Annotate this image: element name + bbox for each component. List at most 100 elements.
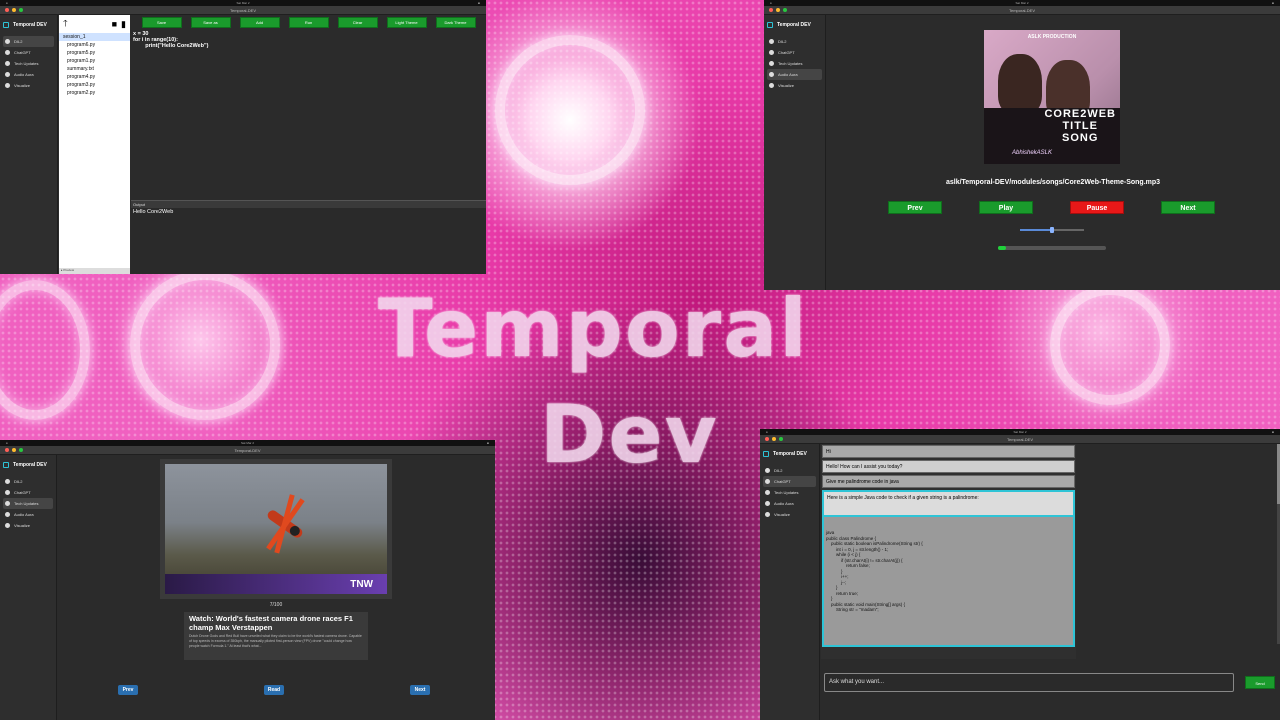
code-line: print("Hello Core2Web") [133, 43, 209, 49]
run-button[interactable]: Run [288, 16, 329, 28]
bot-message: Hello! How can I assist you today? [822, 460, 1075, 473]
app-icon [3, 462, 9, 468]
tnw-logo: TNW [350, 579, 373, 590]
send-button[interactable]: Send [1245, 676, 1275, 689]
app-title: Temporal DEV [767, 22, 822, 28]
next-button[interactable]: Next [410, 685, 430, 695]
sidebar-item-dil2[interactable]: DIL2 [763, 465, 816, 476]
article-counter: 7/100 [269, 602, 283, 608]
backdrop-title-line1: Temporal [378, 282, 809, 375]
save-button[interactable]: Save [141, 16, 182, 28]
light-theme-button[interactable]: Light Theme [386, 16, 427, 28]
list-item[interactable]: program2.py [59, 89, 130, 97]
sidebar-item-visualize[interactable]: Visualize [767, 80, 822, 91]
nav-icon [769, 39, 774, 44]
sidebar-item-visualize[interactable]: Visualize [763, 509, 816, 520]
window-title: Temporal-DEV [234, 447, 261, 453]
sidebar-item-tech-updates[interactable]: Tech Updates [3, 58, 54, 69]
output-text: Hello Core2Web [133, 209, 174, 215]
nav-icon [765, 468, 770, 473]
progress-bar[interactable] [998, 246, 1106, 250]
volume-slider[interactable] [1020, 227, 1084, 233]
new-file-icon[interactable]: ▮ [121, 19, 126, 30]
up-arrow-icon[interactable]: 🡑 [63, 16, 68, 32]
news-image-card: TNW [160, 459, 392, 599]
glass-ring [1050, 285, 1170, 405]
user-message: Hi [822, 445, 1075, 458]
sidebar-item-chatgpt[interactable]: ChatGPT [763, 476, 816, 487]
sidebar: Temporal DEV DIL2 ChatGPT Tech Updates A… [760, 444, 820, 720]
sidebar-item-audio-aura[interactable]: Audio Aura [3, 69, 54, 80]
nav-icon [765, 512, 770, 517]
nav-icon [5, 61, 10, 66]
sidebar: Temporal DEV DIL2 ChatGPT Tech Updates A… [764, 15, 826, 290]
list-item[interactable]: program6.py [59, 41, 130, 49]
sidebar-item-tech-updates[interactable]: Tech Updates [767, 58, 822, 69]
list-item[interactable]: session_1 [59, 33, 130, 41]
code-editor-window: ● Sat Mar 2 ■ Temporal-DEV Temporal DEV DI… [0, 0, 486, 274]
sidebar-item-chatgpt[interactable]: ChatGPT [3, 47, 54, 58]
window-title: Temporal-DEV [1006, 436, 1033, 442]
chat-input[interactable]: Ask what you want... [824, 673, 1234, 692]
sidebar-item-visualize[interactable]: Visualize [3, 520, 53, 531]
pause-button[interactable]: Pause [1070, 201, 1124, 214]
title-bar: Temporal-DEV [764, 6, 1280, 15]
dark-theme-button[interactable]: Dark Theme [435, 16, 476, 28]
output-panel: Output Hello Core2Web [131, 200, 486, 274]
nav-icon [765, 490, 770, 495]
title-bar: Temporal-DEV [0, 446, 495, 455]
save-as-button[interactable]: Save as [190, 16, 231, 28]
sidebar-item-audio-aura[interactable]: Audio Aura [3, 509, 53, 520]
list-item[interactable]: summary.txt [59, 65, 130, 73]
nav-icon [765, 479, 770, 484]
user-message: Give me palindrome code in java [822, 475, 1075, 488]
sidebar-item-chatgpt[interactable]: ChatGPT [3, 487, 53, 498]
nav-icon [769, 61, 774, 66]
volume-handle[interactable] [1050, 227, 1054, 233]
sidebar-item-dil2[interactable]: DIL2 [3, 476, 53, 487]
code-area[interactable]: x = 30 for i in range(10): print("Hello C… [131, 29, 486, 199]
code-block: java public class Palindrome { public sta… [822, 517, 1075, 647]
list-item[interactable]: program1.py [59, 57, 130, 65]
sidebar: Temporal DEV DIL2 ChatGPT Tech Updates A… [0, 15, 58, 274]
cover-signature: AbhishekASLK [1012, 150, 1053, 156]
title-bar: Temporal-DEV [0, 6, 486, 15]
chatgpt-window: ● Sat Mar 2 ■ Temporal-DEV Temporal DEV DI… [760, 429, 1280, 720]
app-icon [3, 22, 9, 28]
sidebar: Temporal DEV DIL2 ChatGPT Tech Updates A… [0, 455, 57, 720]
app-title: Temporal DEV [763, 451, 816, 457]
list-item[interactable]: program5.py [59, 49, 130, 57]
clear-button[interactable]: Clear [337, 16, 378, 28]
list-item[interactable]: program3.py [59, 81, 130, 89]
prev-button[interactable]: Prev [118, 685, 138, 695]
list-item[interactable]: program4.py [59, 73, 130, 81]
folder-icon[interactable]: ■ [112, 19, 117, 30]
nav-icon [5, 501, 10, 506]
window-title: Temporal-DEV [1008, 7, 1035, 13]
article-title: Watch: World's fastest camera drone race… [189, 614, 353, 632]
sidebar-item-tech-updates[interactable]: Tech Updates [763, 487, 816, 498]
sidebar-item-tech-updates[interactable]: Tech Updates [3, 498, 53, 509]
read-button[interactable]: Read [264, 685, 284, 695]
nav-icon [5, 523, 10, 528]
cover-label: ASLK PRODUCTION [1027, 34, 1077, 40]
sidebar-item-audio-aura[interactable]: Audio Aura [767, 69, 822, 80]
glass-ring [495, 35, 645, 185]
sidebar-item-dil2[interactable]: DIL2 [3, 36, 54, 47]
play-button[interactable]: Play [979, 201, 1033, 214]
sidebar-item-dil2[interactable]: DIL2 [767, 36, 822, 47]
headphones-icon [5, 512, 10, 517]
prev-button[interactable]: Prev [888, 201, 942, 214]
sidebar-item-visualize[interactable]: Visualize [3, 80, 54, 91]
headphones-icon [769, 72, 774, 77]
sidebar-item-audio-aura[interactable]: Audio Aura [763, 498, 816, 509]
app-icon [763, 451, 769, 457]
chat-history: Hi Hello! How can I assist you today? Gi… [821, 444, 1076, 659]
nav-icon [5, 490, 10, 495]
next-button[interactable]: Next [1161, 201, 1215, 214]
window-title: Temporal-DEV [229, 7, 256, 13]
progress-fill [998, 246, 1006, 250]
sidebar-item-chatgpt[interactable]: ChatGPT [767, 47, 822, 58]
add-button[interactable]: Add [239, 16, 280, 28]
glass-ring [130, 270, 280, 420]
